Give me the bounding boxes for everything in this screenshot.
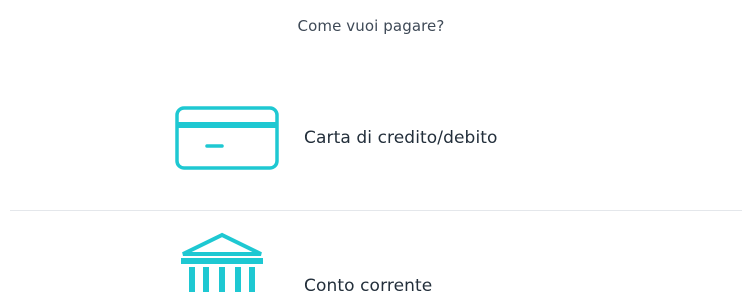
payment-question: Come vuoi pagare? bbox=[297, 17, 445, 35]
payment-option-bank-account[interactable]: Conto corrente bbox=[10, 212, 742, 292]
option-divider bbox=[10, 210, 742, 211]
bank-icon bbox=[181, 232, 263, 292]
payment-method-page: Come vuoi pagare? Carta di credito/debit… bbox=[0, 0, 742, 292]
credit-card-icon bbox=[175, 106, 279, 170]
payment-option-bank-label: Conto corrente bbox=[304, 276, 433, 292]
payment-option-card-label: Carta di credito/debito bbox=[304, 128, 498, 148]
payment-option-card[interactable]: Carta di credito/debito bbox=[10, 98, 742, 210]
